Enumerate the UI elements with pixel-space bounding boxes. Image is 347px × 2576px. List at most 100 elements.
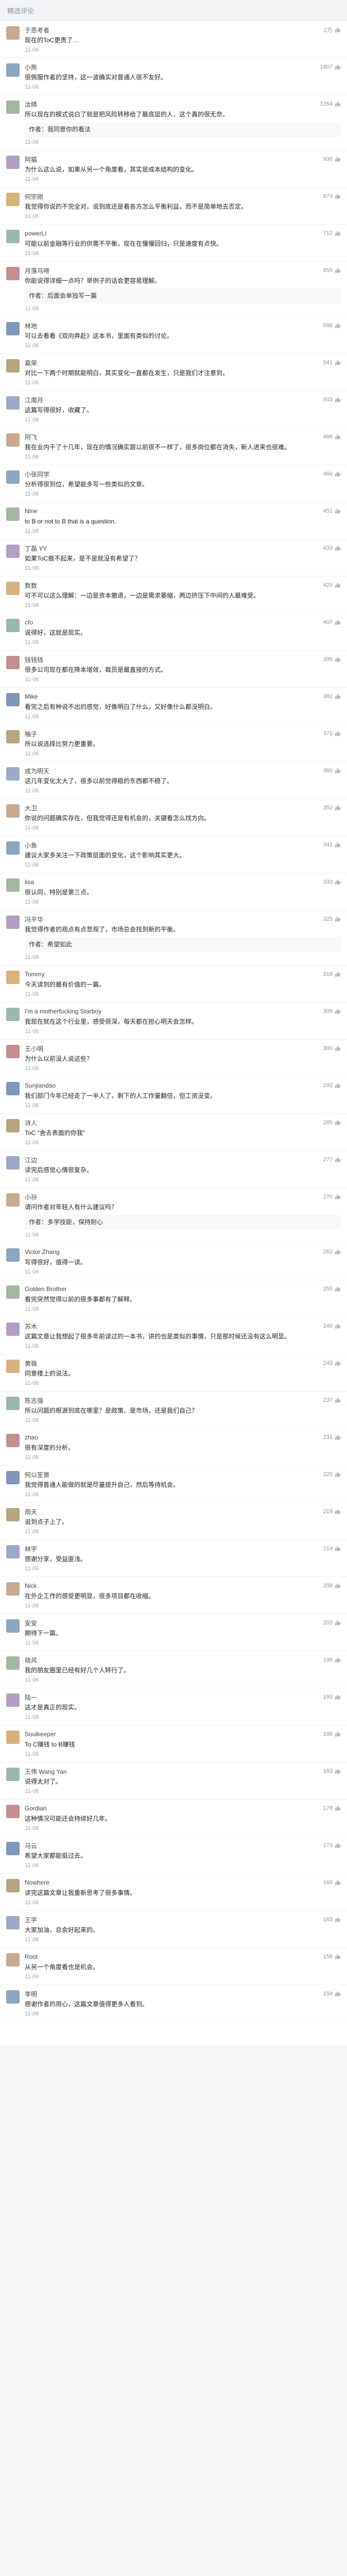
avatar[interactable]	[6, 730, 20, 743]
comment-author[interactable]: 月落乌啼	[25, 266, 49, 275]
like-button[interactable]: 198	[323, 1657, 341, 1663]
comment-author[interactable]: cfo	[25, 619, 33, 626]
avatar[interactable]	[6, 1360, 20, 1373]
like-button[interactable]: 262	[323, 1249, 341, 1255]
like-button[interactable]: 300	[323, 1045, 341, 1052]
comment-author[interactable]: lisa	[25, 878, 34, 886]
like-button[interactable]: 231	[323, 1434, 341, 1440]
avatar[interactable]	[6, 1397, 20, 1410]
comment-author[interactable]: 成为明天	[25, 767, 49, 775]
like-button[interactable]: 270	[323, 1194, 341, 1200]
comment-author[interactable]: 钱钱钱	[25, 655, 43, 664]
avatar[interactable]	[6, 193, 20, 206]
like-button[interactable]: 407	[323, 619, 341, 625]
avatar[interactable]	[6, 26, 20, 40]
comment-author[interactable]: 小熊	[25, 63, 37, 72]
comment-author[interactable]: 大卫	[25, 804, 37, 812]
like-button[interactable]: 1264	[320, 101, 341, 107]
avatar[interactable]	[6, 1916, 20, 1929]
comment-author[interactable]: 林地	[25, 321, 37, 330]
comment-author[interactable]: Root	[25, 1953, 38, 1960]
like-button[interactable]: 1807	[320, 64, 341, 70]
comment-author[interactable]: 王小明	[25, 1044, 43, 1053]
comment-author[interactable]: Gordian	[25, 1805, 47, 1812]
avatar[interactable]	[6, 804, 20, 818]
like-button[interactable]: 188	[323, 1731, 341, 1737]
avatar[interactable]	[6, 470, 20, 484]
avatar[interactable]	[6, 619, 20, 632]
comment-author[interactable]: 雨天	[25, 1507, 37, 1516]
comment-author[interactable]: Mike	[25, 693, 38, 700]
comment-author[interactable]: 小鱼	[25, 841, 37, 850]
avatar[interactable]	[6, 1323, 20, 1336]
like-button[interactable]: 237	[323, 1397, 341, 1403]
avatar[interactable]	[6, 156, 20, 169]
avatar[interactable]	[6, 1471, 20, 1484]
like-button[interactable]: 936	[323, 156, 341, 162]
comment-author[interactable]: 苏木	[25, 1322, 37, 1331]
avatar[interactable]	[6, 1768, 20, 1781]
like-button[interactable]: 325	[323, 916, 341, 922]
avatar[interactable]	[6, 1008, 20, 1021]
like-button[interactable]: 395	[323, 656, 341, 663]
avatar[interactable]	[6, 841, 20, 855]
avatar[interactable]	[6, 693, 20, 706]
avatar[interactable]	[6, 1545, 20, 1558]
like-button[interactable]: 193	[323, 1694, 341, 1700]
avatar[interactable]	[6, 1731, 20, 1744]
avatar[interactable]	[6, 1434, 20, 1447]
like-button[interactable]: 255	[323, 1286, 341, 1292]
like-button[interactable]: 219	[323, 1509, 341, 1515]
avatar[interactable]	[6, 230, 20, 243]
comment-author[interactable]: Nowhere	[25, 1879, 49, 1886]
avatar[interactable]	[6, 1248, 20, 1262]
like-button[interactable]: 292	[323, 1082, 341, 1089]
like-button[interactable]: 178	[323, 1805, 341, 1811]
like-button[interactable]: 503	[323, 397, 341, 403]
avatar[interactable]	[6, 878, 20, 892]
avatar[interactable]	[6, 1508, 20, 1521]
avatar[interactable]	[6, 359, 20, 372]
like-button[interactable]: 352	[323, 805, 341, 811]
comment-author[interactable]: 柚子	[25, 730, 37, 738]
comment-author[interactable]: 于思考者	[25, 26, 49, 35]
comment-author[interactable]: Nick	[25, 1582, 37, 1589]
comment-author[interactable]: 阿猫	[25, 155, 37, 164]
like-button[interactable]: 2万	[324, 26, 341, 34]
avatar[interactable]	[6, 507, 20, 521]
like-button[interactable]: 249	[323, 1323, 341, 1329]
comment-author[interactable]: 陆一	[25, 1693, 37, 1702]
like-button[interactable]: 158	[323, 1954, 341, 1960]
comment-author[interactable]: 嘉荣	[25, 359, 37, 367]
avatar[interactable]	[6, 267, 20, 280]
comment-author[interactable]: 李明	[25, 1990, 37, 1998]
avatar[interactable]	[6, 1953, 20, 1967]
avatar[interactable]	[6, 1082, 20, 1095]
comment-author[interactable]: zhao	[25, 1434, 38, 1441]
like-button[interactable]: 318	[323, 971, 341, 977]
like-button[interactable]: 333	[323, 879, 341, 885]
comment-author[interactable]: 林宇	[25, 1545, 37, 1553]
like-button[interactable]: 382	[323, 693, 341, 700]
comment-author[interactable]: 小张同学	[25, 470, 49, 479]
comment-author[interactable]: 晓风	[25, 1656, 37, 1665]
like-button[interactable]: 208	[323, 1583, 341, 1589]
comment-author[interactable]: 陈志强	[25, 1396, 43, 1405]
comment-author[interactable]: Sunjiandao	[25, 1082, 56, 1089]
like-button[interactable]: 488	[323, 434, 341, 440]
like-button[interactable]: 285	[323, 1120, 341, 1126]
avatar[interactable]	[6, 1045, 20, 1058]
avatar[interactable]	[6, 1582, 20, 1596]
comment-author[interactable]: Nine	[25, 507, 38, 515]
avatar[interactable]	[6, 1805, 20, 1818]
avatar[interactable]	[6, 971, 20, 984]
like-button[interactable]: 341	[323, 842, 341, 848]
like-button[interactable]: 371	[323, 731, 341, 737]
like-button[interactable]: 433	[323, 545, 341, 551]
like-button[interactable]: 712	[323, 230, 341, 236]
like-button[interactable]: 203	[323, 1620, 341, 1626]
like-button[interactable]: 168	[323, 1879, 341, 1886]
comment-author[interactable]: 何宗刚	[25, 192, 43, 201]
comment-author[interactable]: 丁磊 YY	[25, 544, 47, 553]
avatar[interactable]	[6, 396, 20, 410]
